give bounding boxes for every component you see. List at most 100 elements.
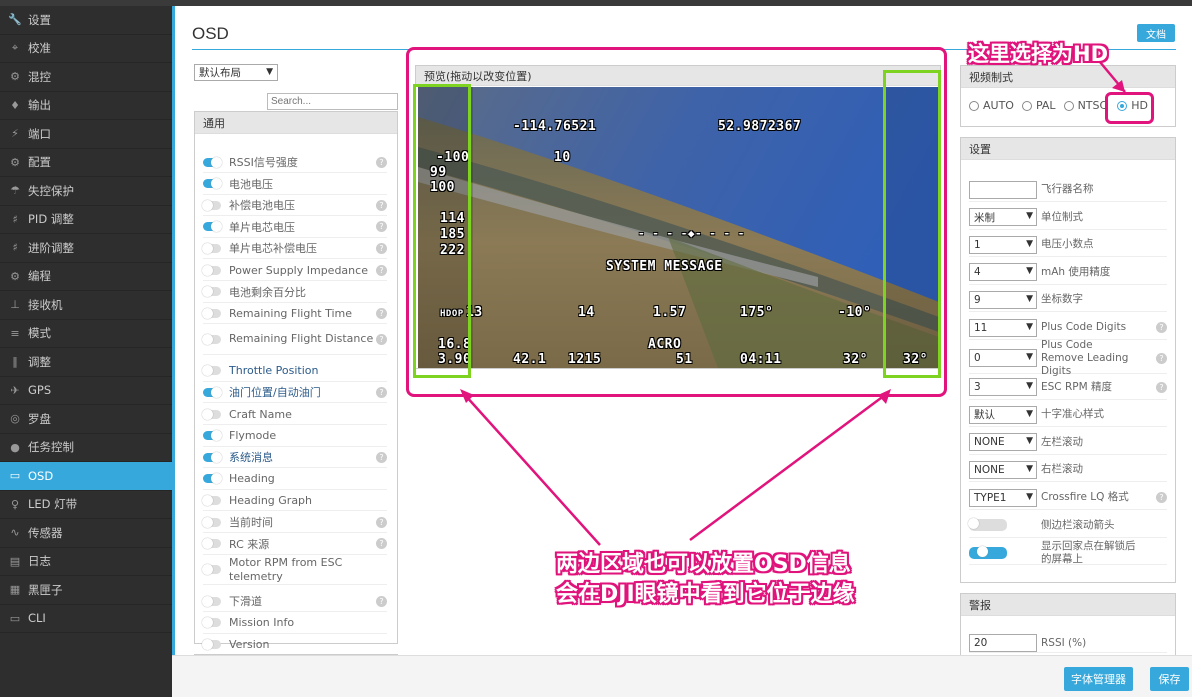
setting-value: 0 [974,352,981,365]
setting-select[interactable]: 米制 ▼ [969,208,1037,227]
setting-label: 坐标数字 [1041,293,1083,306]
setting-row: TYPE1 ▼ Crossfire LQ 格式? [969,486,1167,510]
element-toggle[interactable] [202,199,221,211]
setting-select[interactable]: 11 ▼ [969,318,1037,337]
annotation-left-edge-highlight [413,84,471,378]
sidebar-item-14[interactable]: ◎ 罗盘 [0,405,172,434]
setting-row: 侧边栏滚动箭头 [968,514,1167,538]
documentation-button[interactable]: 文档 [1137,24,1175,42]
sidebar-item-2[interactable]: ⚙ 混控 [0,63,172,92]
sidebar-item-13[interactable]: ✈ GPS [0,377,172,405]
help-icon[interactable]: ? [376,538,387,550]
setting-select[interactable]: TYPE1 ▼ [969,488,1037,507]
element-toggle[interactable] [202,564,221,576]
element-toggle[interactable] [202,264,221,276]
help-icon[interactable]: ? [1156,352,1167,364]
setting-toggle[interactable] [969,545,1007,559]
sidebar-item-6[interactable]: ☂ 失控保护 [0,177,172,206]
element-toggle[interactable] [202,286,221,298]
element-toggle[interactable] [203,451,222,463]
element-toggle[interactable] [202,617,221,629]
setting-label: Crossfire LQ 格式 [1041,491,1129,503]
element-toggle[interactable] [203,473,222,485]
element-toggle[interactable] [203,386,222,398]
setting-select[interactable]: 默认 ▼ [969,405,1037,424]
help-icon[interactable]: ? [1156,381,1167,393]
osd-element-row: Remaining Flight Distance? [202,325,387,355]
setting-select[interactable]: NONE ▼ [969,433,1037,452]
help-icon[interactable]: ? [376,333,387,345]
element-toggle[interactable] [202,538,221,550]
setting-select[interactable]: NONE ▼ [969,460,1037,479]
element-toggle[interactable] [202,638,221,650]
sidebar-item-16[interactable]: ▭ OSD [0,462,172,491]
setting-row: 4 ▼ mAh 使用精度 [969,261,1167,285]
radio-ntsc-label: NTSC [1077,99,1108,112]
help-icon[interactable]: ? [376,221,387,233]
sidebar-item-12[interactable]: ‖ 调整 [0,348,172,377]
sidebar-item-3[interactable]: ♦ 输出 [0,92,172,120]
setting-select[interactable]: 1 ▼ [969,235,1037,254]
element-label: Heading Graph [229,493,313,507]
setting-select[interactable]: 4 ▼ [969,263,1037,282]
radio-pal[interactable] [1021,100,1032,111]
element-label: 电池电压 [229,177,273,191]
setting-input[interactable] [969,180,1037,199]
sidebar-item-19[interactable]: ▤ 日志 [0,548,172,576]
element-search-input[interactable] [267,93,398,110]
sidebar-item-10[interactable]: ⊥ 接收机 [0,291,172,320]
help-icon[interactable]: ? [376,242,387,254]
element-toggle[interactable] [203,178,222,190]
setting-select[interactable]: 9 ▼ [969,290,1037,309]
element-toggle[interactable] [202,307,221,319]
help-icon[interactable]: ? [376,451,387,463]
element-toggle[interactable] [203,221,222,233]
alarm-rssi-input[interactable]: 20 [969,634,1037,652]
element-toggle[interactable] [202,242,221,254]
annotation-hd-text: 这里选择为HD [968,42,1109,66]
setting-value: NONE [974,463,1005,476]
help-icon[interactable]: ? [1156,322,1167,333]
help-icon[interactable]: ? [376,156,387,168]
sidebar-item-1[interactable]: ⌖ 校准 [0,35,172,63]
sidebar-item-label: 调整 [28,354,51,369]
advanced-icon: ♯ [12,241,18,255]
sidebar-item-9[interactable]: ⚙ 编程 [0,263,172,291]
setting-select[interactable]: 3 ▼ [969,378,1037,397]
help-icon[interactable]: ? [376,307,387,319]
element-toggle[interactable] [202,494,221,506]
sidebar-item-11[interactable]: ≡ 模式 [0,320,172,348]
sidebar-item-15[interactable]: ● 任务控制 [0,434,172,462]
help-icon[interactable]: ? [376,199,387,211]
radio-ntsc[interactable] [1063,100,1074,111]
layout-select[interactable]: 默认布局 ▼ [194,64,278,81]
setting-label: Plus Code Remove Leading Digits [1041,338,1129,377]
help-icon[interactable]: ? [1156,492,1167,503]
sidebar-item-8[interactable]: ♯ 进阶调整 [0,234,172,263]
sidebar-item-17[interactable]: ♀ LED 灯带 [0,491,172,519]
element-toggle[interactable] [202,516,221,528]
sidebar-item-5[interactable]: ⚙ 配置 [0,149,172,177]
sidebar-item-20[interactable]: ▦ 黑匣子 [0,576,172,605]
help-icon[interactable]: ? [376,264,387,276]
element-toggle[interactable] [202,365,221,377]
element-toggle[interactable] [202,408,221,420]
element-toggle[interactable] [203,430,222,442]
help-icon[interactable]: ? [376,386,387,398]
element-toggle[interactable] [203,156,222,168]
radio-auto[interactable] [969,100,979,111]
font-manager-button[interactable]: 字体管理器 [1064,667,1133,691]
sidebar-item-7[interactable]: ♯ PID 调整 [0,206,172,234]
sidebar-item-4[interactable]: ⚡ 端口 [0,120,172,149]
save-button[interactable]: 保存 [1150,667,1189,691]
help-icon[interactable]: ? [376,516,387,528]
sidebar-item-21[interactable]: ▭ CLI [0,605,172,633]
element-toggle[interactable] [202,595,221,607]
setting-label: 单位制式 [1041,210,1083,223]
setting-select[interactable]: 0 ▼ [969,349,1037,368]
setting-toggle[interactable] [968,518,1007,532]
help-icon[interactable]: ? [376,595,387,607]
element-toggle[interactable] [202,333,221,345]
sidebar-item-0[interactable]: 🔧 设置 [0,6,172,35]
sidebar-item-18[interactable]: ∿ 传感器 [0,519,172,548]
